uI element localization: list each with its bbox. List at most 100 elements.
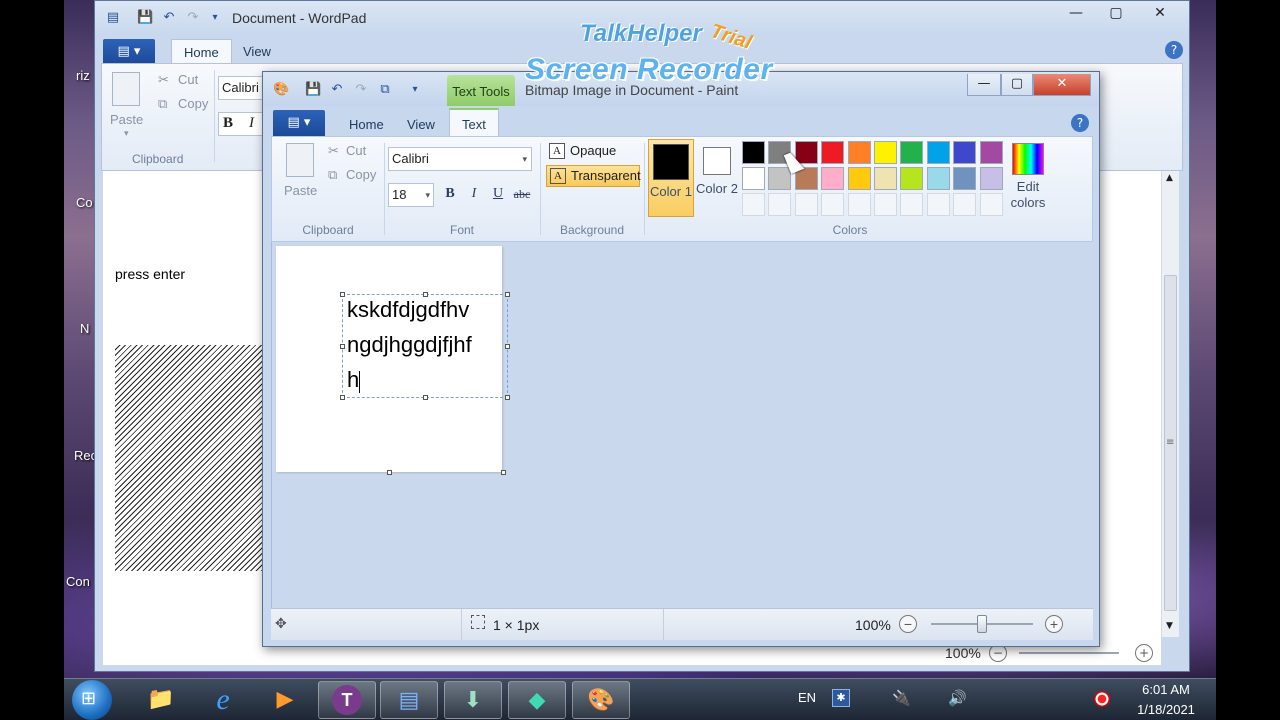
- resize-handle[interactable]: [340, 292, 345, 297]
- italic-button[interactable]: I: [249, 115, 254, 132]
- paste-button[interactable]: Paste: [110, 112, 143, 127]
- save-icon[interactable]: 💾: [137, 10, 153, 26]
- undo-icon[interactable]: ↶: [161, 10, 177, 26]
- custom-color-slot[interactable]: [979, 193, 1003, 216]
- color-swatch[interactable]: [953, 141, 977, 164]
- italic-button[interactable]: I: [462, 183, 486, 205]
- redo-icon[interactable]: ↷: [185, 10, 201, 26]
- copy-icon[interactable]: ⧉: [377, 82, 393, 98]
- desktop-icon-label[interactable]: N: [80, 321, 89, 336]
- customize-qat-icon[interactable]: ▾: [407, 82, 423, 98]
- wordpad-file-menu-button[interactable]: ▤ ▾: [103, 39, 155, 65]
- custom-color-slot[interactable]: [821, 193, 845, 216]
- color-swatch[interactable]: [874, 167, 897, 190]
- cut-button[interactable]: Cut: [346, 143, 366, 158]
- zoom-slider[interactable]: [931, 615, 1033, 633]
- clock-time[interactable]: 6:01 AM: [1134, 682, 1198, 697]
- wordpad-tab-home[interactable]: Home: [171, 39, 232, 65]
- canvas-resize-handle[interactable]: [387, 470, 392, 475]
- color-swatch[interactable]: [821, 141, 845, 164]
- paste-button[interactable]: Paste: [284, 183, 317, 198]
- color2-button[interactable]: Color 2: [696, 139, 738, 217]
- canvas-resize-handle[interactable]: [501, 470, 506, 475]
- desktop-icon-label[interactable]: Con: [66, 574, 90, 589]
- color-swatch[interactable]: [742, 167, 765, 190]
- customize-qat-icon[interactable]: ▾: [207, 10, 223, 26]
- resize-handle[interactable]: [505, 395, 510, 400]
- text-box[interactable]: kskdfdjgdfhv ngdjhggdjfjhf h: [340, 292, 510, 400]
- clock-date[interactable]: 1/18/2021: [1126, 702, 1206, 717]
- resize-handle[interactable]: [423, 292, 428, 297]
- tray-app-icon[interactable]: ✱: [832, 689, 850, 707]
- wordpad-tab-view[interactable]: View: [231, 39, 283, 65]
- resize-handle[interactable]: [340, 395, 345, 400]
- scroll-down-icon[interactable]: ▼: [1166, 621, 1173, 631]
- color-swatch[interactable]: [979, 167, 1003, 190]
- embedded-paint-object[interactable]: [115, 345, 265, 571]
- copy-button[interactable]: Copy: [346, 167, 376, 182]
- paint-tab-view[interactable]: View: [395, 112, 447, 138]
- color-swatch[interactable]: [821, 167, 845, 190]
- opaque-option[interactable]: A Opaque: [546, 141, 638, 163]
- minimize-button[interactable]: —: [967, 74, 1001, 96]
- minimize-button[interactable]: —: [1055, 3, 1097, 25]
- color-swatch[interactable]: [926, 167, 950, 190]
- taskbar-paint[interactable]: 🎨: [572, 681, 630, 719]
- power-icon[interactable]: 🔌: [892, 689, 911, 707]
- color-swatch[interactable]: [874, 141, 897, 164]
- drawing-canvas[interactable]: kskdfdjgdfhv ngdjhggdjfjhf h: [276, 246, 510, 472]
- custom-color-slot[interactable]: [847, 193, 871, 216]
- custom-color-slot[interactable]: [926, 193, 950, 216]
- taskbar-filmora[interactable]: ◆: [508, 681, 566, 719]
- paint-tab-text[interactable]: Text: [449, 108, 499, 138]
- save-icon[interactable]: 💾: [305, 82, 321, 98]
- maximize-button[interactable]: ▢: [1095, 3, 1137, 25]
- maximize-button[interactable]: ▢: [1001, 74, 1033, 96]
- record-icon[interactable]: [1094, 691, 1110, 707]
- copy-button[interactable]: Copy: [178, 96, 208, 111]
- font-size-select[interactable]: 18 ▾: [388, 183, 434, 207]
- taskbar-media-player[interactable]: ▶: [256, 681, 314, 719]
- cut-button[interactable]: Cut: [178, 72, 198, 87]
- color-swatch[interactable]: [742, 141, 765, 164]
- wordpad-vertical-scrollbar[interactable]: ▲ ≡ ▼: [1161, 171, 1179, 637]
- taskbar-talkhelper[interactable]: T: [318, 681, 376, 719]
- font-family-select[interactable]: Calibri ▾: [388, 147, 532, 171]
- zoom-out-icon[interactable]: −: [899, 615, 917, 633]
- taskbar-explorer[interactable]: 📁: [132, 681, 190, 719]
- resize-handle[interactable]: [505, 292, 510, 297]
- zoom-in-icon[interactable]: +: [1045, 615, 1063, 633]
- undo-icon[interactable]: ↶: [329, 82, 345, 98]
- resize-handle[interactable]: [423, 395, 428, 400]
- language-indicator[interactable]: EN: [798, 690, 816, 705]
- custom-color-slot[interactable]: [768, 193, 792, 216]
- color-swatch[interactable]: [847, 167, 871, 190]
- zoom-slider[interactable]: [1019, 652, 1119, 654]
- resize-handle[interactable]: [340, 344, 345, 349]
- edit-colors-button[interactable]: Edit colors: [1004, 139, 1052, 217]
- underline-button[interactable]: U: [486, 183, 510, 205]
- color-swatch[interactable]: [979, 141, 1003, 164]
- help-icon[interactable]: ?: [1165, 41, 1183, 59]
- redo-icon[interactable]: ↷: [353, 82, 369, 98]
- zoom-slider-thumb[interactable]: [977, 615, 987, 633]
- paint-app-icon[interactable]: 🎨: [273, 82, 289, 98]
- paint-file-menu-button[interactable]: ▤ ▾: [273, 110, 325, 136]
- custom-color-slot[interactable]: [900, 193, 924, 216]
- custom-color-slot[interactable]: [874, 193, 897, 216]
- custom-color-slot[interactable]: [794, 193, 818, 216]
- bold-button[interactable]: B: [223, 115, 233, 132]
- wordpad-app-icon[interactable]: ▤: [105, 10, 121, 26]
- desktop-icon-label[interactable]: Co: [76, 195, 93, 210]
- strikethrough-button[interactable]: abc: [510, 183, 534, 205]
- color-swatch[interactable]: [900, 141, 924, 164]
- custom-color-slot[interactable]: [953, 193, 977, 216]
- help-icon[interactable]: ?: [1071, 114, 1089, 132]
- resize-handle[interactable]: [505, 344, 510, 349]
- paint-tab-home[interactable]: Home: [337, 112, 396, 138]
- taskbar-internet-explorer[interactable]: e: [194, 681, 252, 719]
- taskbar-installer[interactable]: ⬇: [444, 681, 502, 719]
- zoom-in-icon[interactable]: +: [1135, 644, 1153, 662]
- close-button[interactable]: ✕: [1033, 74, 1091, 96]
- color-swatch[interactable]: [926, 141, 950, 164]
